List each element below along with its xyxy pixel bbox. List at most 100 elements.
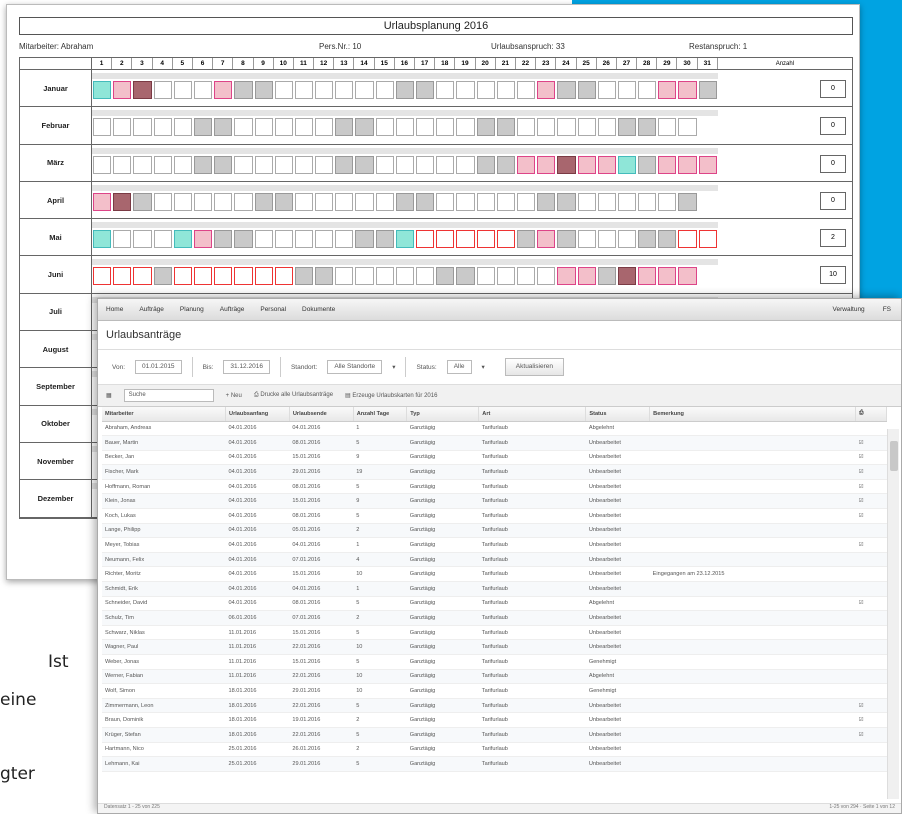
table-row[interactable]: Hoffmann, Roman 04.01.2016 08.01.2016 5 Ganz… — [102, 479, 887, 495]
day-cell[interactable] — [678, 155, 697, 174]
day-cell[interactable] — [496, 155, 515, 174]
day-cell[interactable] — [577, 230, 596, 249]
day-cell[interactable] — [274, 81, 293, 99]
day-cell[interactable] — [93, 118, 112, 137]
day-cell[interactable] — [173, 118, 192, 137]
day-cell[interactable] — [173, 230, 192, 249]
day-cell[interactable] — [153, 267, 172, 286]
day-cell[interactable] — [597, 267, 616, 286]
day-cell[interactable] — [153, 192, 172, 211]
day-cell[interactable] — [678, 118, 697, 137]
day-cell[interactable] — [153, 81, 172, 99]
table-row[interactable]: Zimmermann, Leon 18.01.2016 22.01.2016 5 Gan… — [102, 698, 887, 714]
day-cell[interactable] — [638, 230, 657, 249]
day-cell[interactable] — [395, 81, 414, 99]
day-cell[interactable] — [294, 192, 314, 211]
day-cell[interactable] — [274, 230, 293, 249]
day-cell[interactable] — [395, 230, 414, 249]
menu-documents[interactable]: Dokumente — [302, 306, 335, 313]
day-cell[interactable] — [658, 81, 677, 99]
day-cell[interactable] — [274, 192, 293, 211]
day-cell[interactable] — [516, 118, 536, 137]
day-cell[interactable] — [93, 230, 112, 249]
day-cell[interactable] — [658, 118, 677, 137]
day-cell[interactable] — [355, 267, 374, 286]
print-all-button[interactable]: ⎙ Drucke alle Urlaubsanträge — [254, 392, 333, 399]
table-row[interactable]: Becker, Jan 04.01.2016 15.01.2016 9 Ganztägi… — [102, 450, 887, 466]
day-cell[interactable] — [395, 192, 414, 211]
day-cell[interactable] — [496, 81, 515, 99]
day-cell[interactable] — [516, 155, 536, 174]
day-cell[interactable] — [416, 230, 435, 249]
table-row[interactable]: Wolf, Simon 18.01.2016 29.01.2016 10 Ganztäg… — [102, 683, 887, 699]
day-cell[interactable] — [234, 267, 253, 286]
day-cell[interactable] — [173, 155, 192, 174]
day-cell[interactable] — [416, 192, 435, 211]
table-row[interactable]: Lehmann, Kai 25.01.2016 29.01.2016 5 Ganztäg… — [102, 756, 887, 772]
day-cell[interactable] — [496, 267, 515, 286]
table-row[interactable]: Wagner, Paul 11.01.2016 22.01.2016 10 Ganztä… — [102, 639, 887, 655]
table-row[interactable]: Meyer, Tobias 04.01.2016 04.01.2016 1 Ganztä… — [102, 537, 887, 553]
day-cell[interactable] — [113, 230, 132, 249]
day-cell[interactable] — [153, 155, 172, 174]
day-cell[interactable] — [617, 155, 637, 174]
day-cell[interactable] — [456, 81, 475, 99]
day-cell[interactable] — [294, 155, 314, 174]
day-cell[interactable] — [234, 192, 253, 211]
table-row[interactable]: Braun, Dominik 18.01.2016 19.01.2016 2 Ganzt… — [102, 712, 887, 728]
day-cell[interactable] — [315, 230, 334, 249]
col-end[interactable]: Urlaubsende — [289, 407, 354, 422]
menu-planning[interactable]: Planung — [180, 306, 204, 313]
day-cell[interactable] — [516, 81, 536, 99]
status-select[interactable]: Alle — [446, 360, 472, 374]
day-cell[interactable] — [416, 118, 435, 137]
day-cell[interactable] — [456, 155, 475, 174]
menu-jobs[interactable]: Aufträge — [220, 306, 245, 313]
day-cell[interactable] — [496, 118, 515, 137]
table-row[interactable]: Abraham, Andreas 04.01.2016 04.01.2016 1 Gan… — [102, 421, 887, 437]
day-cell[interactable] — [93, 267, 112, 286]
day-cell[interactable] — [214, 155, 233, 174]
menu-staff[interactable]: Personal — [260, 306, 286, 313]
day-cell[interactable] — [294, 118, 314, 137]
table-row[interactable]: Koch, Lukas 04.01.2016 08.01.2016 5 Ganztägi… — [102, 508, 887, 524]
day-cell[interactable] — [658, 267, 677, 286]
scrollbar-thumb[interactable] — [890, 441, 898, 471]
day-cell[interactable] — [315, 192, 334, 211]
day-cell[interactable] — [375, 81, 394, 99]
day-cell[interactable] — [537, 267, 556, 286]
day-cell[interactable] — [698, 155, 717, 174]
print-cards-button[interactable]: ▤ Erzeuge Urlaubskarten für 2016 — [345, 392, 437, 399]
day-cell[interactable] — [537, 192, 556, 211]
day-cell[interactable] — [537, 81, 556, 99]
refresh-button[interactable]: Aktualisieren — [504, 358, 565, 376]
day-cell[interactable] — [294, 267, 314, 286]
col-employee[interactable]: Mitarbeiter — [102, 407, 227, 422]
day-cell[interactable] — [476, 155, 495, 174]
day-cell[interactable] — [678, 192, 697, 211]
day-cell[interactable] — [113, 267, 132, 286]
table-row[interactable]: Neumann, Felix 04.01.2016 07.01.2016 4 Ganzt… — [102, 552, 887, 568]
day-cell[interactable] — [678, 230, 697, 249]
day-cell[interactable] — [254, 81, 273, 99]
day-cell[interactable] — [315, 81, 334, 99]
day-cell[interactable] — [557, 155, 576, 174]
table-row[interactable]: Richter, Moritz 04.01.2016 15.01.2016 10 Gan… — [102, 566, 887, 583]
day-cell[interactable] — [133, 230, 152, 249]
day-cell[interactable] — [254, 267, 273, 286]
day-cell[interactable] — [133, 192, 152, 211]
day-cell[interactable] — [214, 267, 233, 286]
day-cell[interactable] — [456, 267, 475, 286]
day-cell[interactable] — [254, 230, 273, 249]
day-cell[interactable] — [294, 81, 314, 99]
chevron-down-icon[interactable]: ▾ — [392, 363, 395, 371]
day-cell[interactable] — [113, 118, 132, 137]
day-cell[interactable] — [375, 118, 394, 137]
col-kind[interactable]: Art — [478, 407, 587, 422]
day-cell[interactable] — [456, 192, 475, 211]
day-cell[interactable] — [476, 192, 495, 211]
day-cell[interactable] — [335, 118, 354, 137]
table-row[interactable]: Klein, Jonas 04.01.2016 15.01.2016 9 Ganztäg… — [102, 493, 887, 510]
vertical-scrollbar[interactable] — [887, 429, 899, 799]
day-cell[interactable] — [133, 267, 152, 286]
